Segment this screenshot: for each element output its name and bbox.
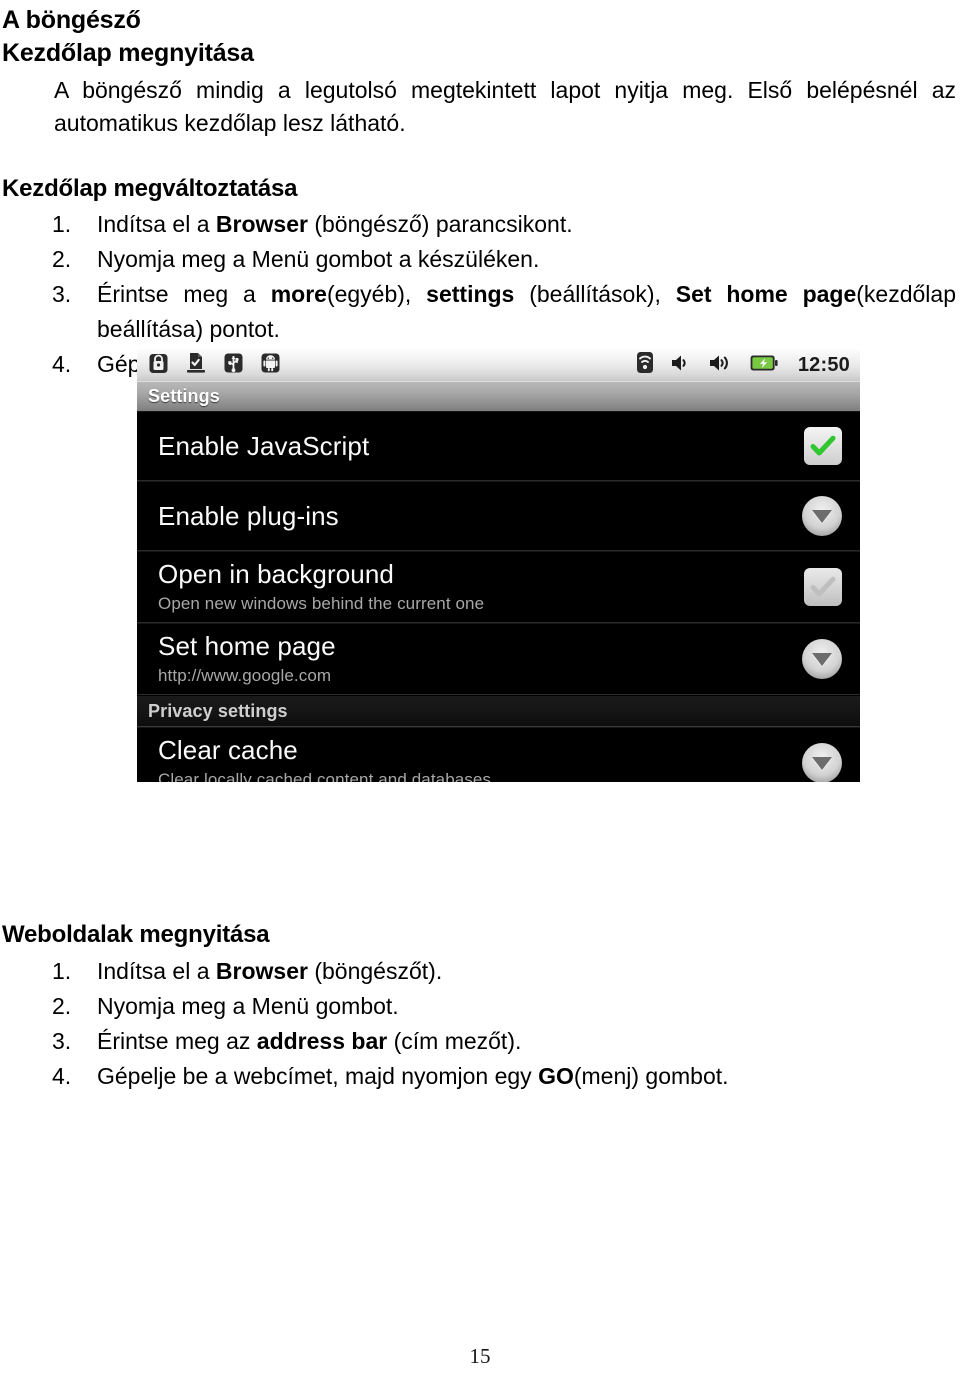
list-item-text-pre: Gépelje be a webcímet, majd nyomjon egy (97, 1062, 539, 1089)
list-item-text-pre: Nyomja meg a Menü gombot a készüléken. (97, 246, 540, 273)
phone-screen: 12:50 Settings Enable JavaScript Enable … (137, 349, 860, 782)
page-number: 15 (469, 1344, 491, 1368)
list-item-text-post: (menj) gombot. (573, 1062, 729, 1089)
list-item-text-bold2: settings (426, 281, 515, 308)
list-item-number: 1. (52, 211, 72, 238)
settings-list: Enable JavaScript Enable plug-ins Open i… (137, 411, 860, 782)
list-item-texts: Enable JavaScript (158, 432, 804, 461)
list-item-text-pre: Érintse meg az (97, 1027, 257, 1054)
chevron-down-icon (812, 652, 832, 666)
list-item-text-post: (cím mezőt). (387, 1027, 522, 1054)
list-item-number: 1. (52, 957, 72, 984)
document-body-lower: Weboldalak megnyitása 1. Indítsa el a Bro… (0, 921, 960, 1094)
list-item-texts: Enable plug-ins (158, 502, 802, 531)
list-item-text-post: (böngészőt). (307, 957, 443, 984)
volume-icon (670, 353, 692, 378)
list-item: 2. Nyomja meg a Menü gombot a készüléken. (2, 242, 958, 277)
list-item-text-bold: address bar (256, 1027, 388, 1054)
settings-title: Settings (148, 386, 220, 406)
list-item-texts: Clear cache Clear locally cached content… (158, 736, 802, 782)
section-heading-change-homepage: Kezdőlap megváltoztatása (2, 174, 298, 202)
settings-title-bar: Settings (137, 381, 860, 411)
volume-loud-icon (708, 353, 734, 378)
list-item-text-post: (böngésző) parancsikont. (307, 211, 573, 238)
page-subtitle: Kezdőlap megnyitása (2, 38, 254, 67)
section-heading-open-webpages: Weboldalak megnyitása (2, 921, 270, 948)
list-item-title: Set home page (158, 631, 336, 662)
android-robot-icon (261, 352, 280, 379)
list-item-text-pre: Érintse meg a (97, 281, 271, 308)
list-item-number: 3. (52, 1027, 72, 1054)
list-item-text-bold3: Set home page (675, 281, 857, 308)
list-item-enable-javascript[interactable]: Enable JavaScript (137, 411, 860, 481)
document-body: A böngésző Kezdőlap megnyitása A böngész… (0, 6, 960, 382)
download-complete-icon (186, 352, 206, 379)
dropdown-arrow-icon[interactable] (802, 496, 842, 536)
list-item-title: Open in background (158, 559, 394, 590)
checkbox-checked[interactable] (804, 427, 842, 465)
list-item-number: 3. (52, 281, 72, 308)
list-item-subtitle: http://www.google.com (158, 665, 332, 685)
list-item-subtitle: Open new windows behind the current one (158, 593, 485, 613)
list-item: 3. Érintse meg az address bar (cím mezőt)… (2, 1024, 958, 1059)
list-item: 1. Indítsa el a Browser (böngészőt). (2, 954, 958, 989)
usb-icon (224, 352, 243, 379)
steps-list-open-webpages: 1. Indítsa el a Browser (böngészőt). 2. Ny… (2, 954, 958, 1094)
list-item-open-in-background[interactable]: Open in background Open new windows behi… (137, 551, 860, 623)
lock-icon (149, 352, 168, 379)
status-bar-clock: 12:50 (797, 353, 850, 376)
list-item-set-home-page[interactable]: Set home page http://www.google.com (137, 623, 860, 695)
list-item-clear-cache[interactable]: Clear cache Clear locally cached content… (137, 727, 860, 782)
checkbox-unchecked[interactable] (804, 568, 842, 606)
page-title: A böngésző (2, 6, 141, 34)
list-item-title: Clear cache (158, 735, 298, 766)
status-bar-right-icons: 12:50 (636, 351, 850, 379)
list-item-text-bold: Browser (215, 957, 308, 984)
list-item-texts: Set home page http://www.google.com (158, 632, 802, 686)
list-item-number: 4. (52, 351, 72, 378)
intro-paragraph: A böngésző mindig a legutolsó megtekinte… (54, 77, 956, 137)
chevron-down-icon (812, 756, 832, 770)
battery-charging-icon (750, 354, 778, 377)
list-item-text-bold: Browser (215, 211, 308, 238)
list-item-subtitle: Clear locally cached content and databas… (158, 769, 492, 782)
list-item-text-pre: Indítsa el a (97, 211, 216, 238)
list-item-number: 4. (52, 1062, 72, 1089)
list-item: 1. Indítsa el a Browser (böngésző) paranc… (2, 207, 958, 242)
list-item-text-post: (egyéb), (326, 281, 427, 308)
list-item: 2. Nyomja meg a Menü gombot. (2, 989, 958, 1024)
section-header-label: Privacy settings (148, 700, 288, 721)
status-bar: 12:50 (137, 349, 860, 381)
list-item-title: Enable plug-ins (158, 500, 339, 531)
list-item-text-bold: GO (538, 1062, 574, 1089)
document-page: A böngésző Kezdőlap megnyitása A böngész… (0, 6, 960, 1391)
list-item-number: 2. (52, 246, 72, 273)
section-header-privacy-settings: Privacy settings (137, 695, 860, 727)
status-bar-left-icons (149, 352, 280, 379)
list-item-text-pre: Nyomja meg a Menü gombot. (97, 992, 399, 1019)
wifi-icon (636, 351, 654, 379)
dropdown-arrow-icon[interactable] (802, 639, 842, 679)
chevron-down-icon (812, 509, 832, 523)
list-item: 4. Gépelje be a webcímet, majd nyomjon eg… (2, 1059, 958, 1094)
list-item: 3. Érintse meg a more(egyéb), settings (b… (2, 277, 958, 347)
list-item-text-pre: Indítsa el a (97, 957, 216, 984)
android-settings-screenshot: 12:50 Settings Enable JavaScript Enable … (137, 349, 860, 782)
list-item-title: Enable JavaScript (158, 430, 370, 461)
list-item-text-bold: more (270, 281, 327, 308)
list-item-texts: Open in background Open new windows behi… (158, 560, 804, 614)
list-item-enable-plugins[interactable]: Enable plug-ins (137, 481, 860, 551)
list-item-number: 2. (52, 992, 72, 1019)
dropdown-arrow-icon[interactable] (802, 743, 842, 782)
list-item-text-post2: (beállítások), (514, 281, 676, 308)
